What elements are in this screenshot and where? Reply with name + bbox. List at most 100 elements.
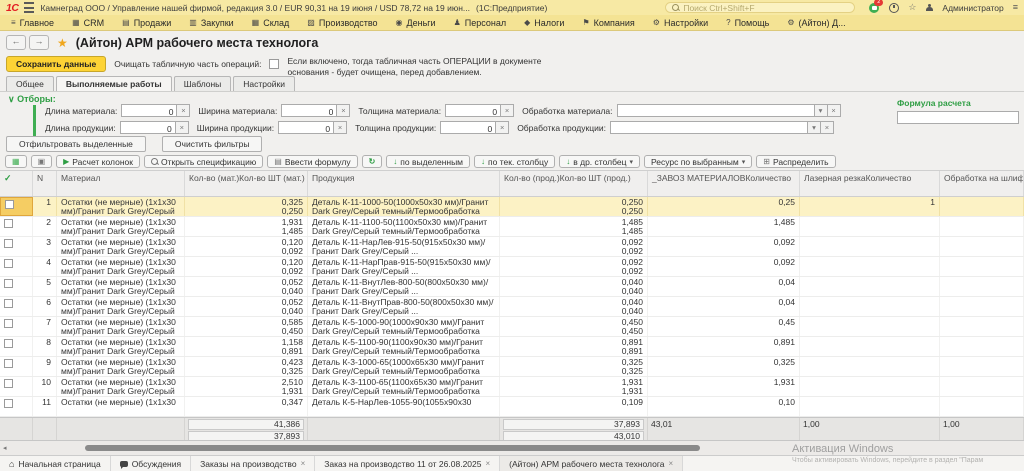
table-row[interactable]: 6Остатки (не мерные) (1x1x30 мм)/Гранит … bbox=[0, 297, 1024, 317]
grinding-cell[interactable] bbox=[940, 297, 1024, 316]
table-row[interactable]: 4Остатки (не мерные) (1x1x30 мм)/Гранит … bbox=[0, 257, 1024, 277]
filter-input[interactable]: ▾× bbox=[617, 104, 841, 117]
material-cell[interactable]: Остатки (не мерные) (1x1x30 bbox=[57, 397, 185, 416]
laser-cell[interactable] bbox=[800, 397, 940, 416]
save-data-button[interactable]: Сохранить данные bbox=[6, 56, 106, 72]
product-cell[interactable]: Деталь К-3-1000-65(1000x65x30 мм)/Гранит… bbox=[308, 357, 500, 376]
qty-mat-cell[interactable]: 0,1200,092 bbox=[185, 257, 308, 276]
table-row[interactable]: 7Остатки (не мерные) (1x1x30 мм)/Гранит … bbox=[0, 317, 1024, 337]
qty-mat-cell[interactable]: 0,347 bbox=[185, 397, 308, 416]
current-user[interactable]: Администратор bbox=[942, 3, 1003, 13]
scroll-left-icon[interactable]: ◂ bbox=[3, 444, 7, 452]
tab-2[interactable]: Шаблоны bbox=[174, 76, 232, 92]
laser-cell[interactable] bbox=[800, 357, 940, 376]
column-header-grinding[interactable]: Обработка на шлифовКоличество bbox=[940, 171, 1024, 196]
user-icon[interactable] bbox=[925, 4, 933, 12]
qty-prod-cell[interactable]: 0,4500,450 bbox=[500, 317, 648, 336]
delivery-cell[interactable]: 0,45 bbox=[648, 317, 800, 336]
product-cell[interactable]: Деталь К-5-1000-90(1000x90x30 мм)/Гранит… bbox=[308, 317, 500, 336]
product-cell[interactable]: Деталь К-11-ВнутПрав-800-50(800x50x30 мм… bbox=[308, 297, 500, 316]
qty-mat-cell[interactable]: 0,5850,450 bbox=[185, 317, 308, 336]
product-cell[interactable]: Деталь К-11-НарПрав-915-50(915x50x30 мм)… bbox=[308, 257, 500, 276]
row-checkbox[interactable] bbox=[4, 359, 13, 368]
row-select-cell[interactable] bbox=[0, 357, 33, 376]
row-checkbox[interactable] bbox=[4, 339, 13, 348]
toolbar-button-в-др-столбец[interactable]: ↓в др. столбец▾ bbox=[559, 155, 640, 168]
row-select-cell[interactable] bbox=[0, 337, 33, 356]
qty-prod-cell[interactable]: 0,0920,092 bbox=[500, 257, 648, 276]
table-row[interactable]: 8Остатки (не мерные) (1x1x30 мм)/Гранит … bbox=[0, 337, 1024, 357]
grinding-cell[interactable] bbox=[940, 377, 1024, 396]
column-header-sel[interactable]: ✓ bbox=[0, 171, 33, 196]
row-checkbox[interactable] bbox=[4, 379, 13, 388]
table-row[interactable]: 10Остатки (не мерные) (1x1x30 мм)/Гранит… bbox=[0, 377, 1024, 397]
grinding-cell[interactable] bbox=[940, 317, 1024, 336]
table-row[interactable]: 1Остатки (не мерные) (1x1x30 мм)/Гранит … bbox=[0, 197, 1024, 217]
tab-0[interactable]: Общее bbox=[6, 76, 54, 92]
table-row[interactable]: 9Остатки (не мерные) (1x1x30 мм)/Гранит … bbox=[0, 357, 1024, 377]
delivery-cell[interactable]: 1,485 bbox=[648, 217, 800, 236]
filter-input[interactable]: 0× bbox=[120, 121, 189, 134]
menu-item-11[interactable]: ?Помощь bbox=[717, 15, 778, 30]
toolbar-button-по-тек-столбцу[interactable]: ↓по тек. столбцу bbox=[474, 155, 555, 168]
formula-input[interactable] bbox=[897, 111, 1019, 124]
laser-cell[interactable] bbox=[800, 217, 940, 236]
row-select-cell[interactable] bbox=[0, 217, 33, 236]
toolbar-button-Открыть-спецификацию[interactable]: Открыть спецификацию bbox=[144, 155, 263, 168]
qty-mat-cell[interactable]: 1,9311,485 bbox=[185, 217, 308, 236]
global-search-input[interactable]: Поиск Ctrl+Shift+F bbox=[665, 2, 855, 13]
check-all-icon[interactable]: ✓ bbox=[4, 172, 12, 184]
main-menu-icon[interactable] bbox=[24, 2, 34, 13]
qty-prod-cell[interactable]: 0,2500,250 bbox=[500, 197, 648, 216]
clear-icon[interactable]: × bbox=[820, 122, 833, 133]
product-cell[interactable]: Деталь К-11-1100-50(1100x50x30 мм)/Грани… bbox=[308, 217, 500, 236]
material-cell[interactable]: Остатки (не мерные) (1x1x30 мм)/Гранит D… bbox=[57, 357, 185, 376]
laser-cell[interactable] bbox=[800, 297, 940, 316]
laser-cell[interactable] bbox=[800, 237, 940, 256]
row-select-cell[interactable] bbox=[0, 317, 33, 336]
menu-item-1[interactable]: ▦CRM bbox=[63, 15, 113, 30]
column-header-product[interactable]: Продукция bbox=[308, 171, 500, 196]
clear-icon[interactable]: × bbox=[500, 105, 513, 116]
qty-mat-cell[interactable]: 0,1200,092 bbox=[185, 237, 308, 256]
close-icon[interactable]: × bbox=[301, 459, 306, 468]
clear-icon[interactable]: × bbox=[176, 105, 189, 116]
dropdown-icon[interactable]: ▾ bbox=[814, 105, 827, 116]
filter-input[interactable]: 0× bbox=[445, 104, 514, 117]
grinding-cell[interactable] bbox=[940, 277, 1024, 296]
qty-prod-cell[interactable]: 1,9311,931 bbox=[500, 377, 648, 396]
clear-icon[interactable]: × bbox=[333, 122, 346, 133]
history-icon[interactable] bbox=[889, 3, 899, 13]
row-select-cell[interactable] bbox=[0, 297, 33, 316]
table-row[interactable]: 11Остатки (не мерные) (1x1x300,347Деталь… bbox=[0, 397, 1024, 417]
material-cell[interactable]: Остатки (не мерные) (1x1x30 мм)/Гранит D… bbox=[57, 317, 185, 336]
laser-cell[interactable] bbox=[800, 337, 940, 356]
menu-item-7[interactable]: ♟Персонал bbox=[445, 15, 516, 30]
table-row[interactable]: 3Остатки (не мерные) (1x1x30 мм)/Гранит … bbox=[0, 237, 1024, 257]
product-cell[interactable]: Деталь К-5-НарЛев-1055-90(1055x90x30 bbox=[308, 397, 500, 416]
grinding-cell[interactable] bbox=[940, 397, 1024, 416]
clear-icon[interactable]: × bbox=[495, 122, 508, 133]
row-select-cell[interactable] bbox=[0, 377, 33, 396]
qty-mat-cell[interactable]: 0,0520,040 bbox=[185, 297, 308, 316]
filter-input[interactable]: ▾× bbox=[610, 121, 834, 134]
laser-cell[interactable] bbox=[800, 317, 940, 336]
qty-prod-cell[interactable]: 0,0400,040 bbox=[500, 297, 648, 316]
product-cell[interactable]: Деталь К-11-НарЛев-915-50(915x50x30 мм)/… bbox=[308, 237, 500, 256]
delivery-cell[interactable]: 0,04 bbox=[648, 277, 800, 296]
column-header-delivery[interactable]: _ЗАВОЗ МАТЕРИАЛОВКоличество bbox=[648, 171, 800, 196]
toolbar-button-Ресурс-по-выбранным[interactable]: Ресурс по выбранным▾ bbox=[644, 155, 752, 168]
clear-icon[interactable]: × bbox=[336, 105, 349, 116]
filter-input[interactable]: 0× bbox=[278, 121, 347, 134]
laser-cell[interactable] bbox=[800, 377, 940, 396]
row-checkbox[interactable] bbox=[4, 279, 13, 288]
row-select-cell[interactable] bbox=[0, 277, 33, 296]
clear-icon[interactable]: × bbox=[175, 122, 188, 133]
menu-item-2[interactable]: ▤Продажи bbox=[113, 15, 180, 30]
toolbar-button-1[interactable]: ▣ bbox=[31, 155, 53, 168]
toolbar-button-5[interactable]: ↻ bbox=[362, 155, 383, 168]
row-checkbox[interactable] bbox=[4, 239, 13, 248]
tab-1[interactable]: Выполняемые работы bbox=[56, 76, 172, 92]
delivery-cell[interactable]: 1,931 bbox=[648, 377, 800, 396]
taskbar-tab-4[interactable]: (Айтон) АРМ рабочего места технолога× bbox=[500, 456, 683, 471]
